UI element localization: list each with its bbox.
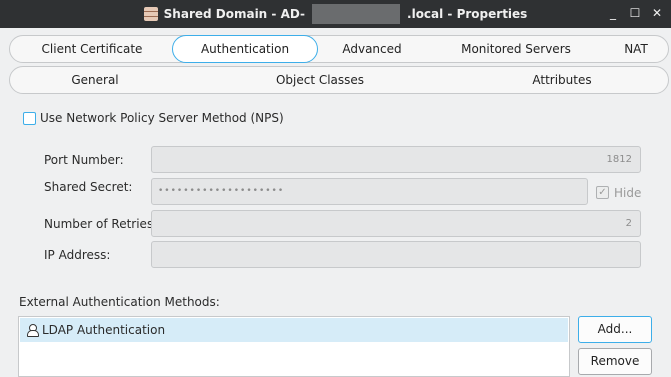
tab-general[interactable]: General (30, 67, 160, 93)
title-bar: Shared Domain - AD- .local - Properties _… (0, 0, 671, 28)
ip-address-label: IP Address: (44, 248, 111, 262)
retries-label: Number of Retries: (44, 217, 158, 231)
list-item-label: LDAP Authentication (42, 323, 166, 337)
external-auth-list[interactable]: LDAP Authentication (18, 316, 570, 377)
shared-secret-label: Shared Secret: (44, 180, 133, 194)
tab-bar-secondary: General Object Classes Attributes (9, 66, 669, 94)
title-suffix: .local - Properties (407, 7, 528, 21)
user-icon (26, 324, 39, 337)
tab-nat[interactable]: NAT (612, 36, 660, 62)
close-icon[interactable]: ✕ (649, 5, 665, 21)
list-item[interactable]: LDAP Authentication (20, 318, 568, 342)
maximize-icon[interactable]: ☐ (627, 5, 643, 21)
redacted-block (312, 4, 401, 24)
ip-address-field[interactable] (151, 241, 641, 268)
tab-bar-primary: Client Certificate Authentication Advanc… (9, 35, 669, 63)
tab-object-classes[interactable]: Object Classes (250, 67, 390, 93)
port-label: Port Number: (44, 153, 124, 167)
shared-secret-field[interactable]: •••••••••••••••••••• (151, 178, 588, 205)
nps-label: Use Network Policy Server Method (NPS) (40, 111, 284, 125)
tab-monitored-servers[interactable]: Monitored Servers (450, 36, 582, 62)
minimize-icon[interactable]: _ (605, 5, 621, 21)
window-title: Shared Domain - AD- .local - Properties (143, 4, 528, 24)
retries-field[interactable]: 2 (151, 210, 641, 237)
port-field[interactable]: 1812 (151, 146, 641, 173)
nps-checkbox[interactable] (23, 112, 36, 125)
app-icon (143, 7, 158, 21)
add-button[interactable]: Add... (578, 316, 652, 343)
hide-label: Hide (614, 186, 642, 200)
hide-checkbox[interactable]: ✓ (596, 186, 609, 199)
title-prefix: Shared Domain - AD- (163, 7, 306, 21)
tab-client-certificate[interactable]: Client Certificate (18, 36, 166, 62)
tab-authentication[interactable]: Authentication (172, 35, 318, 63)
tab-attributes[interactable]: Attributes (500, 67, 624, 93)
external-auth-label: External Authentication Methods: (19, 295, 220, 309)
remove-button[interactable]: Remove (578, 348, 652, 375)
tab-advanced[interactable]: Advanced (328, 36, 416, 62)
